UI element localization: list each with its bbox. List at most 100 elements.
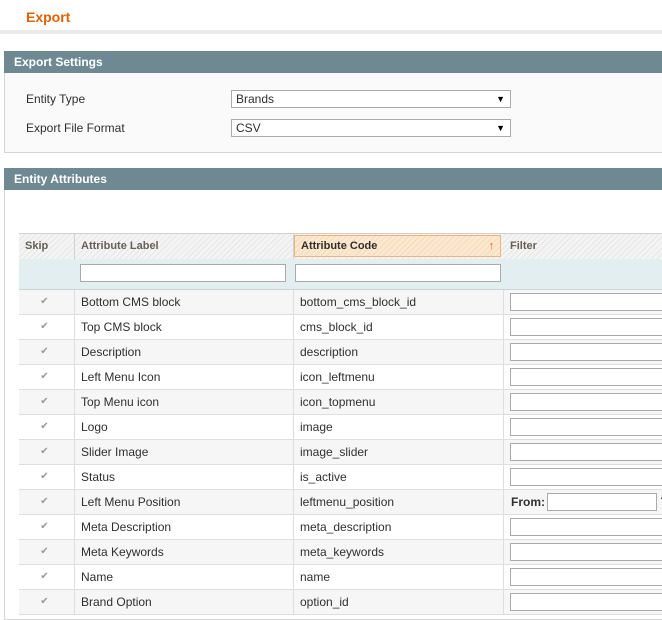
filter-input[interactable] <box>510 593 662 611</box>
attribute-code-cell: bottom_cms_block_id <box>294 290 504 314</box>
page-header: Export <box>0 0 662 34</box>
column-header-attribute-code[interactable]: Attribute Code ↑ <box>294 235 501 257</box>
skip-cell: ✔ <box>19 490 75 514</box>
skip-cell: ✔ <box>19 290 75 314</box>
skip-checkbox[interactable]: ✔ <box>39 471 50 482</box>
column-header-skip: Skip <box>19 234 75 259</box>
table-row: ✔ Top CMS block cms_block_id <box>19 315 662 340</box>
sort-ascending-icon: ↑ <box>488 240 495 252</box>
attribute-label-cell: Left Menu Icon <box>75 365 294 389</box>
filter-input[interactable] <box>510 343 662 361</box>
entity-type-label: Entity Type <box>26 92 86 106</box>
skip-checkbox[interactable]: ✔ <box>39 421 50 432</box>
attribute-code-cell: option_id <box>294 590 504 614</box>
file-format-select[interactable]: CSV ▼ <box>231 119 511 137</box>
skip-checkbox[interactable]: ✔ <box>39 521 50 532</box>
filter-input[interactable] <box>510 418 662 436</box>
table-row: ✔ Bottom CMS block bottom_cms_block_id <box>19 290 662 315</box>
file-format-label: Export File Format <box>26 121 125 135</box>
filter-input[interactable] <box>510 293 662 311</box>
attribute-label-cell: Status <box>75 465 294 489</box>
skip-checkbox[interactable]: ✔ <box>39 371 50 382</box>
filter-input[interactable] <box>510 393 662 411</box>
grid-header-row: Skip Attribute Label Attribute Code ↑ Fi… <box>19 233 662 260</box>
skip-cell: ✔ <box>19 390 75 414</box>
table-row: ✔ Name name <box>19 565 662 590</box>
attribute-label-cell: Logo <box>75 415 294 439</box>
skip-cell: ✔ <box>19 365 75 389</box>
skip-checkbox[interactable]: ✔ <box>39 346 50 357</box>
filter-input[interactable] <box>510 568 662 586</box>
table-row: ✔ Logo image <box>19 415 662 440</box>
attribute-code-cell: cms_block_id <box>294 315 504 339</box>
skip-checkbox[interactable]: ✔ <box>39 446 50 457</box>
table-row: ✔ Slider Image image_slider <box>19 440 662 465</box>
attribute-label-cell: Name <box>75 565 294 589</box>
attribute-label-cell: Brand Option <box>75 590 294 614</box>
table-row: ✔ Left Menu Position leftmenu_position From… <box>19 490 662 515</box>
chevron-down-icon: ▼ <box>496 94 505 104</box>
skip-cell: ✔ <box>19 540 75 564</box>
table-row: ✔ Meta Description meta_description <box>19 515 662 540</box>
attribute-code-cell: image_slider <box>294 440 504 464</box>
filter-input[interactable] <box>510 468 662 486</box>
entity-type-value: Brands <box>236 92 275 106</box>
attribute-label-cell: Slider Image <box>75 440 294 464</box>
table-row: ✔ Status is_active <box>19 465 662 490</box>
skip-cell: ✔ <box>19 565 75 589</box>
filter-input[interactable] <box>510 543 662 561</box>
skip-checkbox[interactable]: ✔ <box>39 321 50 332</box>
filter-input[interactable] <box>510 368 662 386</box>
skip-cell: ✔ <box>19 315 75 339</box>
attribute-code-cell: icon_leftmenu <box>294 365 504 389</box>
page-title: Export <box>26 9 71 25</box>
export-settings-header: Export Settings <box>4 51 662 73</box>
filter-from-input[interactable] <box>547 493 657 511</box>
attribute-label-cell: Left Menu Position <box>75 490 294 514</box>
table-row: ✔ Brand Option option_id <box>19 590 662 615</box>
skip-checkbox[interactable]: ✔ <box>39 496 50 507</box>
entity-type-select[interactable]: Brands ▼ <box>231 90 511 108</box>
attribute-label-cell: Top CMS block <box>75 315 294 339</box>
attribute-label-cell: Top Menu icon <box>75 390 294 414</box>
attribute-code-cell: is_active <box>294 465 504 489</box>
attribute-label-cell: Bottom CMS block <box>75 290 294 314</box>
skip-checkbox[interactable]: ✔ <box>39 596 50 607</box>
skip-checkbox[interactable]: ✔ <box>39 396 50 407</box>
chevron-down-icon: ▼ <box>496 123 505 133</box>
skip-cell: ✔ <box>19 465 75 489</box>
attribute-code-cell: leftmenu_position <box>294 490 504 514</box>
filter-input[interactable] <box>510 518 662 536</box>
attribute-code-cell: icon_topmenu <box>294 390 504 414</box>
skip-cell: ✔ <box>19 340 75 364</box>
skip-cell: ✔ <box>19 415 75 439</box>
table-row: ✔ Meta Keywords meta_keywords <box>19 540 662 565</box>
skip-cell: ✔ <box>19 590 75 614</box>
skip-cell: ✔ <box>19 515 75 539</box>
column-header-attribute-label[interactable]: Attribute Label <box>75 234 294 259</box>
attribute-code-header-text: Attribute Code <box>301 240 378 252</box>
skip-checkbox[interactable]: ✔ <box>39 571 50 582</box>
entity-attributes-header: Entity Attributes <box>4 168 662 190</box>
attribute-code-filter-input[interactable] <box>295 264 501 282</box>
grid-filter-row <box>19 259 662 290</box>
export-settings-panel: Entity Type Brands ▼ Export File Format … <box>4 73 662 153</box>
filter-input[interactable] <box>510 443 662 461</box>
attribute-code-cell: meta_keywords <box>294 540 504 564</box>
filter-from-label: From: <box>511 495 545 509</box>
attribute-label-filter-input[interactable] <box>80 264 286 282</box>
attribute-code-cell: image <box>294 415 504 439</box>
attribute-label-cell: Meta Description <box>75 515 294 539</box>
attribute-code-cell: meta_description <box>294 515 504 539</box>
attribute-code-cell: description <box>294 340 504 364</box>
skip-checkbox[interactable]: ✔ <box>39 546 50 557</box>
table-row: ✔ Top Menu icon icon_topmenu <box>19 390 662 415</box>
file-format-value: CSV <box>236 121 261 135</box>
table-row: ✔ Description description <box>19 340 662 365</box>
filter-input[interactable] <box>510 318 662 336</box>
column-header-filter: Filter <box>510 240 537 252</box>
attribute-label-cell: Description <box>75 340 294 364</box>
attribute-code-cell: name <box>294 565 504 589</box>
attribute-label-cell: Meta Keywords <box>75 540 294 564</box>
skip-checkbox[interactable]: ✔ <box>39 296 50 307</box>
